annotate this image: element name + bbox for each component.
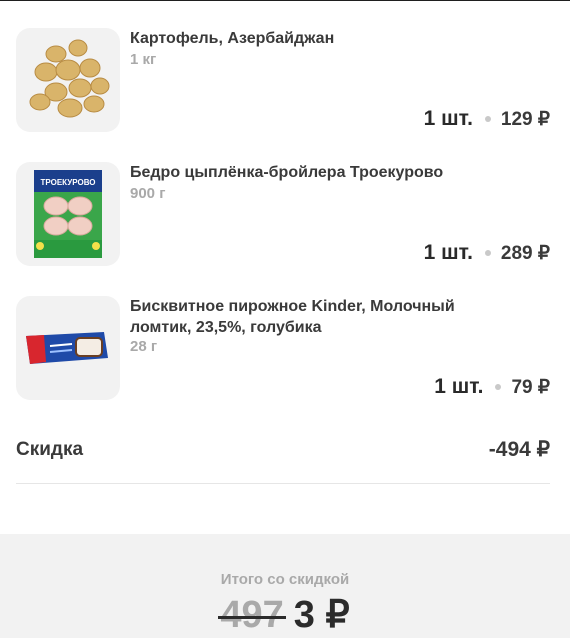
kinder-bar-icon bbox=[26, 332, 108, 364]
product-quantity: 1 шт. bbox=[423, 241, 473, 264]
chicken-package-icon: ТРОЕКУРОВО bbox=[34, 170, 102, 258]
discount-value: -494 ₽ bbox=[488, 438, 550, 461]
total-values: 497 3 ₽ bbox=[0, 592, 570, 637]
total-panel: Итого со скидкой 497 3 ₽ bbox=[0, 534, 570, 638]
product-weight: 900 г bbox=[130, 185, 166, 202]
separator-dot bbox=[484, 250, 491, 256]
divider bbox=[16, 483, 550, 484]
quantity-price-row: 1 шт. 129 ₽ bbox=[424, 106, 550, 132]
quantity-price-row: 1 шт. 289 ₽ bbox=[424, 240, 550, 266]
product-price: 79 ₽ bbox=[511, 376, 550, 398]
product-name: Бедро цыплёнка-бройлера Троекурово bbox=[130, 164, 444, 181]
product-quantity: 1 шт. bbox=[423, 107, 473, 130]
discount-row: Скидка -494 ₽ bbox=[16, 436, 550, 466]
cart-item[interactable]: Картофель, Азербайджан 1 кг 1 шт. 129 ₽ bbox=[16, 28, 550, 132]
product-quantity: 1 шт. bbox=[434, 375, 484, 398]
total-label: Итого со скидкой bbox=[220, 571, 350, 588]
separator-dot bbox=[495, 384, 502, 390]
product-weight: 1 кг bbox=[130, 51, 157, 68]
discount-label: Скидка bbox=[16, 439, 84, 460]
new-total: 3 ₽ bbox=[293, 594, 350, 636]
product-price: 129 ₽ bbox=[500, 108, 550, 130]
potato-icon bbox=[29, 39, 110, 118]
product-image[interactable] bbox=[16, 28, 120, 132]
product-weight: 28 г bbox=[130, 338, 158, 355]
package-brand: ТРОЕКУРОВО bbox=[41, 178, 96, 187]
cart-item[interactable]: Бисквитное пирожное Kinder, Молочный лом… bbox=[16, 296, 550, 400]
product-name: Бисквитное пирожное Kinder, Молочный лом… bbox=[130, 298, 455, 336]
old-total: 497 bbox=[218, 594, 287, 636]
top-divider bbox=[0, 0, 570, 1]
quantity-price-row: 1 шт. 79 ₽ bbox=[434, 374, 550, 400]
product-name: Картофель, Азербайджан bbox=[130, 30, 335, 47]
cart-item[interactable]: ТРОЕКУРОВО Бедро цыплёнка-бройлера Троек… bbox=[16, 162, 550, 266]
product-image[interactable]: ТРОЕКУРОВО bbox=[16, 162, 120, 266]
separator-dot bbox=[484, 116, 491, 122]
product-image[interactable] bbox=[16, 296, 120, 400]
product-price: 289 ₽ bbox=[500, 242, 550, 264]
